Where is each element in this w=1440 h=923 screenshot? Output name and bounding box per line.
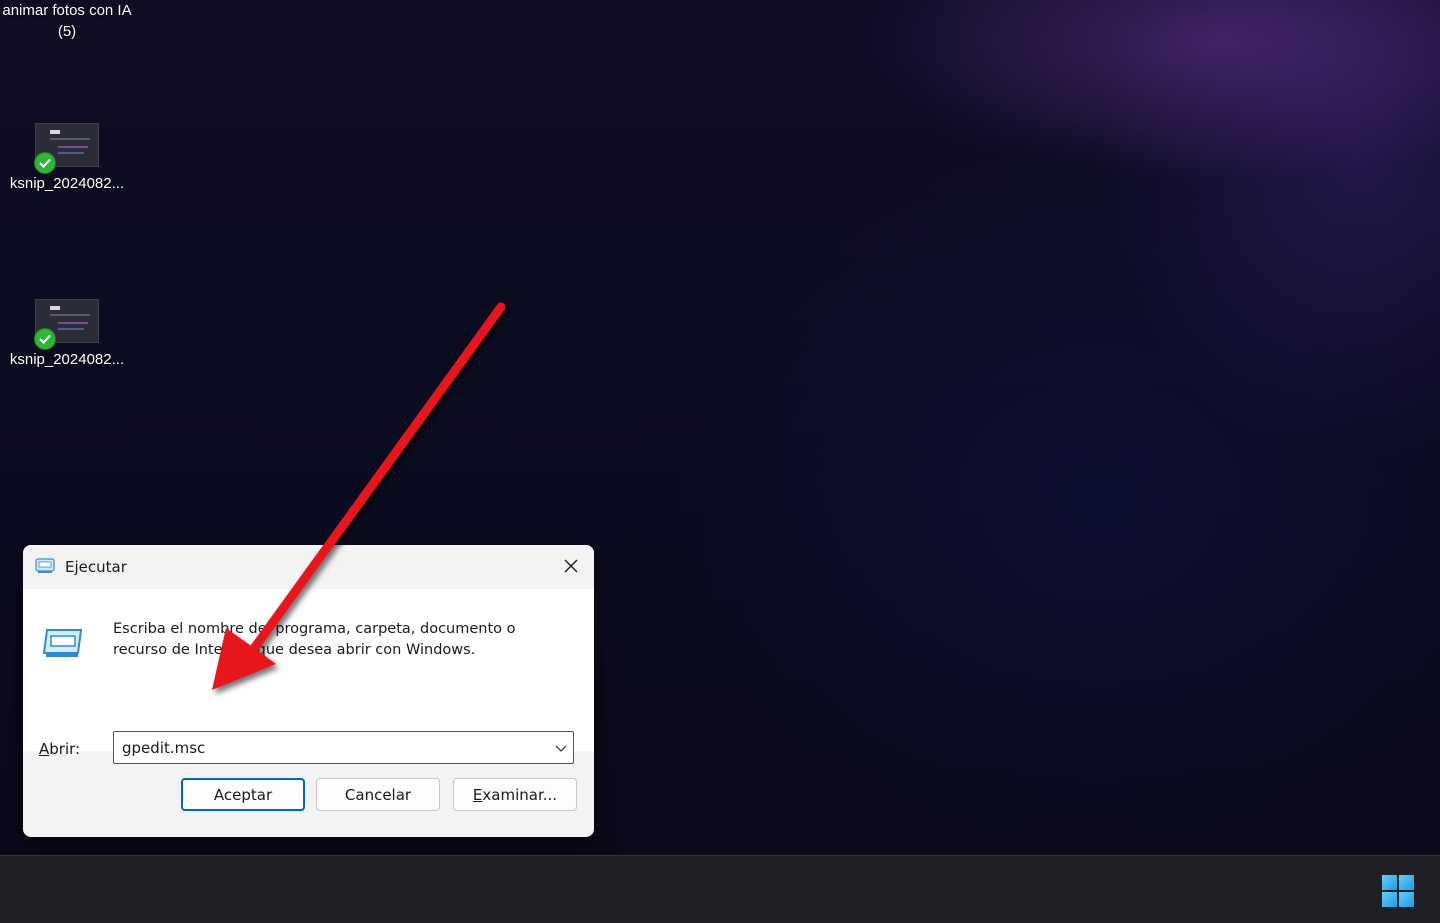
desktop-icon-ksnip-1[interactable]: ksnip_2024082... bbox=[0, 123, 134, 194]
open-label-accesskey: A bbox=[39, 740, 50, 758]
close-button[interactable] bbox=[556, 551, 586, 581]
ok-button[interactable]: Aceptar bbox=[181, 778, 305, 811]
open-combobox[interactable] bbox=[113, 731, 574, 764]
chevron-down-icon[interactable] bbox=[553, 740, 569, 756]
desktop-icon-ksnip-2[interactable]: ksnip_2024082... bbox=[0, 299, 134, 370]
start-button[interactable] bbox=[1380, 873, 1416, 909]
dialog-description: Escriba el nombre del programa, carpeta,… bbox=[113, 621, 516, 658]
run-dialog: Ejecutar Escriba el nombre del programa,… bbox=[23, 545, 594, 837]
image-thumbnail-icon bbox=[34, 123, 99, 174]
open-label: Abrir: bbox=[39, 739, 80, 759]
sync-check-icon bbox=[34, 328, 56, 350]
image-thumbnail-icon bbox=[34, 299, 99, 350]
cancel-button[interactable]: Cancelar bbox=[316, 778, 440, 811]
desktop-icon-label: animar fotos con IA (5) bbox=[2, 2, 132, 40]
dialog-titlebar[interactable]: Ejecutar bbox=[23, 545, 594, 589]
open-input[interactable] bbox=[114, 732, 552, 763]
windows-logo-icon bbox=[1382, 875, 1414, 907]
close-icon bbox=[564, 559, 578, 573]
browse-label: xaminar... bbox=[482, 785, 558, 804]
browse-accesskey: E bbox=[472, 785, 483, 804]
run-icon bbox=[35, 557, 55, 579]
desktop-icon-label: ksnip_2024082... bbox=[9, 351, 125, 368]
run-icon bbox=[41, 627, 85, 663]
desktop-icon-label: ksnip_2024082... bbox=[9, 175, 125, 192]
browse-button[interactable]: Examinar... bbox=[453, 778, 577, 811]
open-label-text: brir: bbox=[49, 740, 81, 758]
taskbar bbox=[0, 855, 1440, 923]
desktop-icon-folder[interactable]: animar fotos con IA (5) bbox=[0, 0, 134, 42]
sync-check-icon bbox=[34, 152, 56, 174]
dialog-title: Ejecutar bbox=[65, 558, 127, 576]
dialog-body: Escriba el nombre del programa, carpeta,… bbox=[23, 589, 594, 764]
